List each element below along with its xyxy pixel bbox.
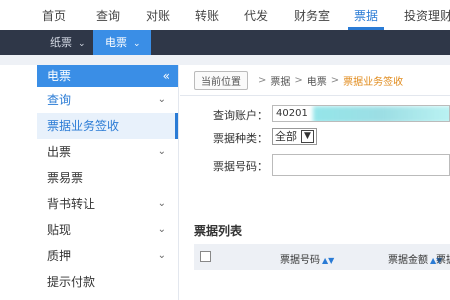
sidebar-item-label: 质押 — [47, 249, 72, 263]
sidebar-item-issue[interactable]: 出票 ⌄ — [37, 139, 178, 165]
breadcrumb-current-label: 当前位置 — [194, 70, 248, 90]
subnav-e-bill[interactable]: 电票 ⌄ — [93, 30, 151, 55]
bill-type-value: 全部 — [275, 130, 297, 143]
account-value: 40201 — [276, 108, 308, 119]
account-label: 查询账户： — [213, 109, 268, 122]
column-bill-number[interactable]: 票据号码 ▲▼ — [280, 251, 334, 266]
breadcrumb: 当前位置 > 票据 > 电票 > 票据业务签收 — [194, 70, 404, 90]
bill-number-label: 票据号码： — [213, 160, 268, 173]
bill-type-select[interactable]: 全部 ▼ — [272, 128, 317, 145]
column-label: 票据金额 — [388, 255, 428, 266]
column-label: 票据 — [436, 255, 450, 266]
chevron-down-icon: ▼ — [301, 130, 314, 143]
breadcrumb-e-bill[interactable]: 电票 — [307, 73, 327, 88]
subnav-paper-bill[interactable]: 纸票 ⌄ — [38, 30, 93, 55]
nav-reconcile[interactable]: 对账 — [146, 7, 170, 24]
sidebar-item-label: 查询 — [47, 93, 72, 107]
nav-bills[interactable]: 票据 — [354, 7, 378, 24]
breadcrumb-bill-sign: 票据业务签收 — [343, 76, 404, 88]
nav-home[interactable]: 首页 — [42, 7, 66, 24]
redaction-mask — [313, 106, 449, 121]
bill-list-title: 票据列表 — [194, 224, 243, 238]
sidebar-header: 电票 « — [37, 65, 178, 87]
sidebar: 电票 « 查询 ⌄ 票据业务签收 出票 ⌄ 票易票 背书转让 ⌄ 贴现 ⌄ 质押… — [37, 65, 179, 300]
chevron-down-icon: ⌄ — [157, 146, 166, 157]
column-label: 票据号码 — [280, 255, 320, 266]
sidebar-item-bill-swap[interactable]: 票易票 — [37, 165, 178, 191]
bill-type-label: 票据种类： — [213, 132, 268, 145]
sidebar-item-pledge[interactable]: 质押 ⌄ — [37, 243, 178, 269]
collapse-icon[interactable]: « — [163, 65, 170, 87]
breadcrumb-separator: > — [330, 74, 340, 86]
breadcrumb-separator: > — [294, 74, 303, 86]
content-band — [0, 55, 450, 65]
nav-transfer[interactable]: 转账 — [195, 7, 219, 24]
nav-finance-room[interactable]: 财务室 — [294, 7, 330, 24]
column-bill-more[interactable]: 票据 — [436, 251, 450, 266]
top-nav: 首页 查询 对账 转账 代发 财务室 票据 投资理财 — [0, 0, 450, 30]
breadcrumb-bills[interactable]: 票据 — [270, 73, 290, 88]
column-bill-amount[interactable]: 票据金额 ▲▼ — [388, 251, 442, 266]
sidebar-item-label: 票据业务签收 — [47, 119, 120, 133]
subnav-paper-bill-label: 纸票 — [50, 36, 72, 49]
sidebar-item-label: 背书转让 — [47, 197, 96, 211]
subnav-e-bill-label: 电票 — [105, 36, 127, 49]
chevron-down-icon: ⌄ — [133, 39, 141, 49]
sub-nav: 纸票 ⌄ 电票 ⌄ — [0, 30, 450, 55]
breadcrumb-separator: > — [258, 74, 267, 86]
select-all-checkbox[interactable] — [200, 251, 211, 262]
bill-table-header: 票据号码▲▼ 票据金额▲▼ 票据 — [194, 244, 450, 270]
main-content: 当前位置 > 票据 > 电票 > 票据业务签收 查询账户： 40201 票据种类… — [180, 65, 450, 300]
sidebar-item-query[interactable]: 查询 ⌄ — [37, 87, 178, 113]
sidebar-item-bill-sign[interactable]: 票据业务签收 — [37, 113, 178, 139]
chevron-down-icon: ⌄ — [157, 224, 166, 235]
sidebar-title: 电票 — [47, 69, 72, 83]
sidebar-item-endorse[interactable]: 背书转让 ⌄ — [37, 191, 178, 217]
nav-payroll[interactable]: 代发 — [244, 7, 268, 24]
chevron-down-icon: ⌄ — [157, 198, 166, 209]
chevron-down-icon: ⌄ — [78, 39, 86, 49]
chevron-down-icon: ⌄ — [157, 250, 166, 261]
nav-investment[interactable]: 投资理财 — [404, 7, 450, 24]
sort-icon[interactable]: ▲▼ — [322, 256, 334, 265]
divider — [180, 95, 450, 96]
sidebar-item-label: 票易票 — [47, 171, 84, 185]
sidebar-item-payment-prompt[interactable]: 提示付款 — [37, 269, 178, 295]
bill-number-input[interactable] — [272, 154, 450, 176]
sidebar-item-label: 出票 — [47, 145, 72, 159]
account-field[interactable]: 40201 — [272, 105, 450, 122]
chevron-down-icon: ⌄ — [157, 94, 166, 105]
nav-query[interactable]: 查询 — [96, 7, 120, 24]
sidebar-item-label: 提示付款 — [47, 275, 96, 289]
sidebar-item-label: 贴现 — [47, 223, 72, 237]
sidebar-item-discount[interactable]: 贴现 ⌄ — [37, 217, 178, 243]
